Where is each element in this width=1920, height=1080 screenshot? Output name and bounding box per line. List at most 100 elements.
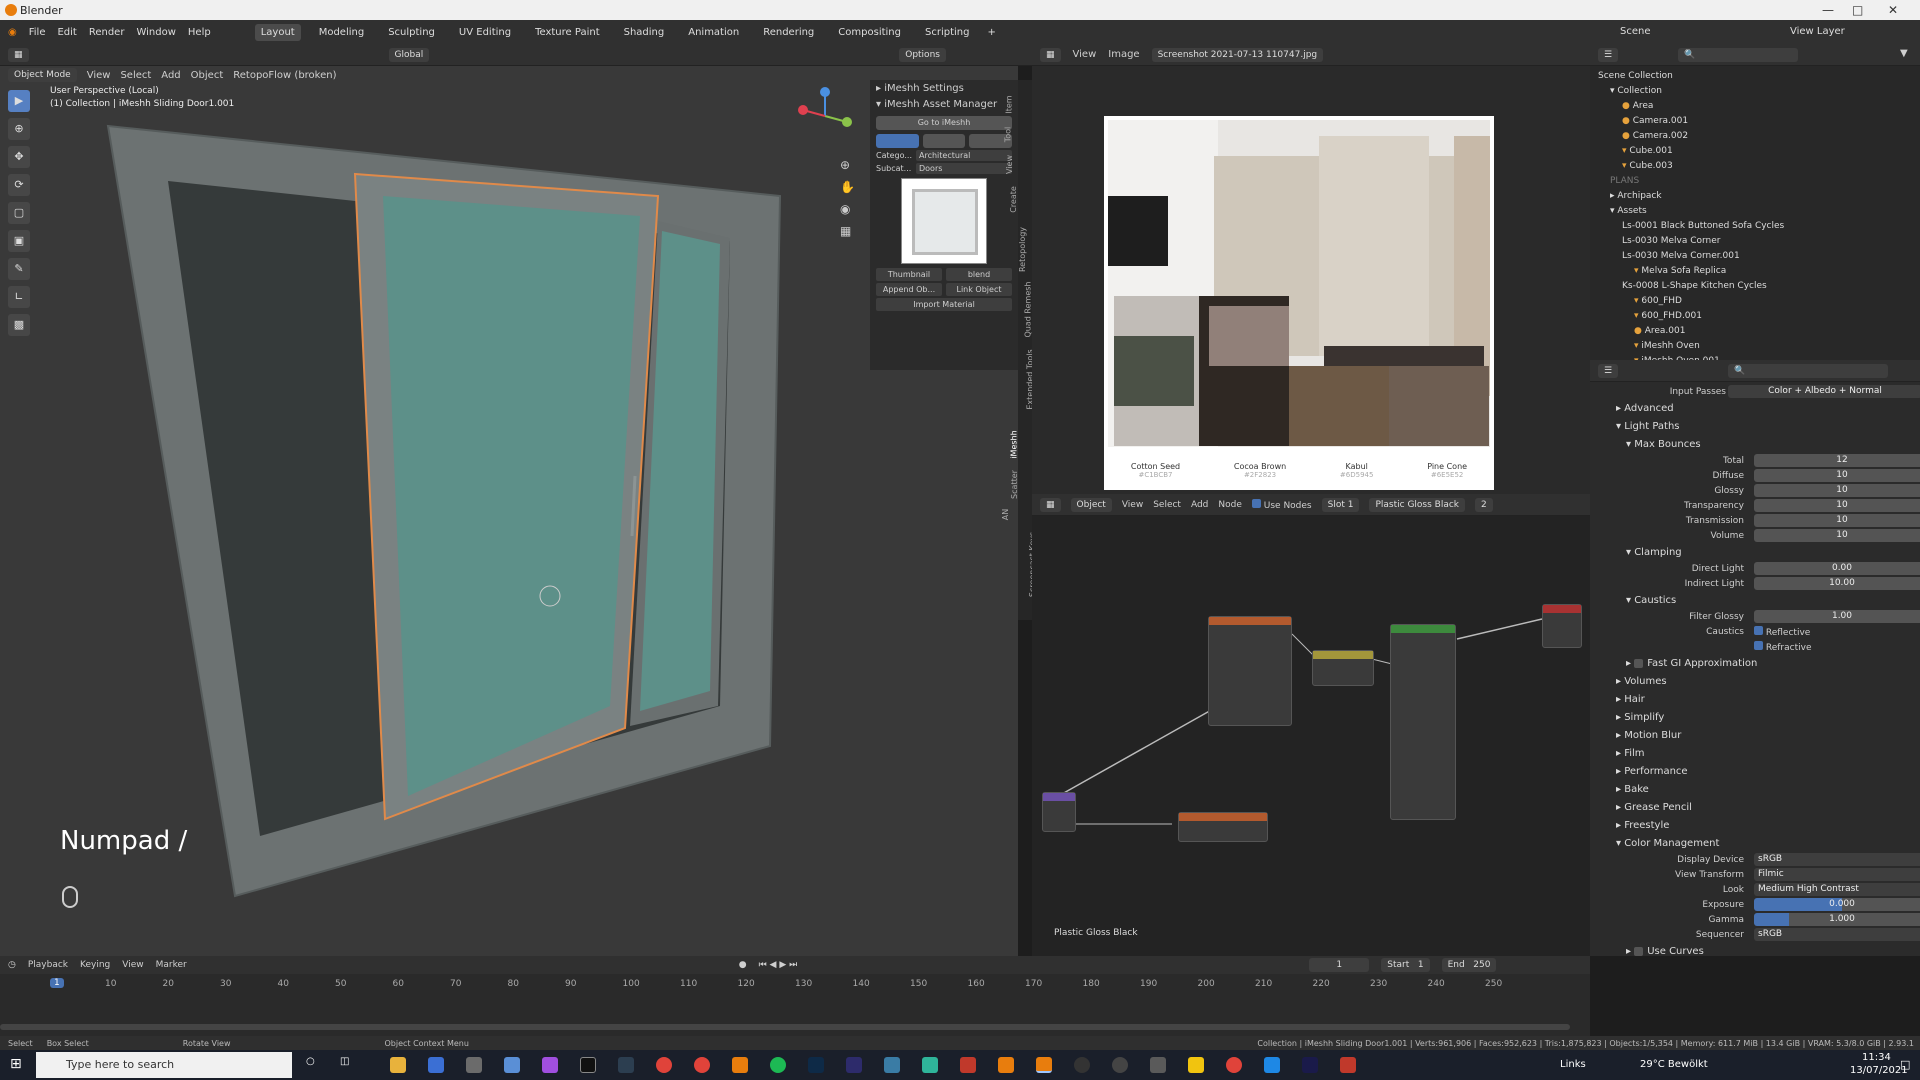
- thumbnail-button[interactable]: Thumbnail: [876, 268, 942, 281]
- use-curves-section[interactable]: ▸ Use Curves: [1616, 942, 1920, 960]
- link-object-button[interactable]: Link Object: [946, 283, 1012, 296]
- annotate-tool-icon[interactable]: ✎: [8, 258, 30, 280]
- outliner-row-melva-sofa[interactable]: ▾ Melva Sofa Replica: [1590, 263, 1920, 278]
- image-editor-type-icon[interactable]: ▦: [1040, 47, 1061, 62]
- tab-view[interactable]: View: [1005, 155, 1014, 174]
- workspace-tab-uv-editing[interactable]: UV Editing: [453, 24, 517, 41]
- bounce-volume-field[interactable]: 10: [1754, 529, 1920, 542]
- blender-taskbar-icon[interactable]: [732, 1057, 748, 1073]
- notifications-icon[interactable]: □: [1900, 1058, 1910, 1071]
- view-transform-dropdown[interactable]: Filmic: [1754, 868, 1920, 881]
- asset-thumbnail[interactable]: [901, 178, 987, 264]
- sequencer-dropdown[interactable]: sRGB: [1754, 928, 1920, 941]
- outliner-row-camera-001[interactable]: ● Camera.001: [1590, 113, 1920, 128]
- outliner-row-ks-0008[interactable]: Ks-0008 L-Shape Kitchen Cycles: [1590, 278, 1920, 293]
- fast-gi-section[interactable]: ▸ Fast GI Approximation: [1616, 654, 1920, 672]
- blender-taskbar-icon[interactable]: [998, 1057, 1014, 1073]
- cortana-icon[interactable]: ○: [306, 1056, 315, 1067]
- outliner-row-ls-0030-001[interactable]: Ls-0030 Melva Corner.001: [1590, 248, 1920, 263]
- end-frame-field[interactable]: End 250: [1441, 958, 1497, 972]
- file-explorer-icon[interactable]: [390, 1057, 406, 1073]
- tab-tool[interactable]: Tool: [1003, 127, 1012, 143]
- taskbar-app-icon[interactable]: [1264, 1057, 1280, 1073]
- taskbar-app-icon[interactable]: [428, 1057, 444, 1073]
- weather-widget[interactable]: 29°C Bewölkt: [1640, 1059, 1708, 1070]
- windows-start-icon[interactable]: ⊞: [10, 1056, 22, 1072]
- keying-menu[interactable]: Keying: [80, 960, 110, 970]
- properties-editor[interactable]: ☰ 🔍 Input Passes Color + Albedo + Normal …: [1590, 360, 1920, 957]
- go-to-imeshh-button[interactable]: Go to iMeshh: [876, 116, 1012, 130]
- timeline[interactable]: ◷ Playback Keying View Marker ● ⏮ ◀ ▶ ⏭ …: [0, 956, 1590, 1036]
- minimize-button[interactable]: —: [1822, 3, 1834, 17]
- blender-menu-icon[interactable]: ◉: [8, 27, 17, 38]
- menu-edit[interactable]: Edit: [57, 27, 76, 38]
- caustics-section[interactable]: ▾ Caustics: [1616, 591, 1920, 609]
- mode-dropdown[interactable]: Object Mode: [8, 68, 77, 82]
- add-cube-tool-icon[interactable]: ▩: [8, 314, 30, 336]
- volumes-section[interactable]: ▸ Volumes: [1616, 672, 1920, 690]
- chrome-icon[interactable]: [656, 1057, 672, 1073]
- mix-node[interactable]: [1312, 650, 1374, 686]
- view-layer-selector[interactable]: View Layer: [1790, 26, 1845, 37]
- taskbar-app-icon[interactable]: [922, 1057, 938, 1073]
- tab-item[interactable]: Item: [1005, 95, 1014, 113]
- scale-tool-icon[interactable]: ▢: [8, 202, 30, 224]
- image-texture-node-2[interactable]: [1178, 812, 1268, 842]
- taskbar-app-icon[interactable]: [542, 1057, 558, 1073]
- zoom-icon[interactable]: ⊕: [840, 154, 855, 176]
- cursor-tool-icon[interactable]: ⊕: [8, 118, 30, 140]
- reflective-checkbox[interactable]: Reflective: [1754, 625, 1810, 638]
- playback-controls[interactable]: ⏮ ◀ ▶ ⏭: [759, 960, 798, 970]
- properties-type-icon[interactable]: ☰: [1598, 363, 1619, 378]
- menu-window[interactable]: Window: [136, 27, 175, 38]
- outliner[interactable]: ☰ 🔍 ▼ Scene Collection ▾ Collection ● Ar…: [1590, 44, 1920, 366]
- freestyle-section[interactable]: ▸ Freestyle: [1616, 816, 1920, 834]
- outliner-row-collection[interactable]: ▾ Collection: [1590, 83, 1920, 98]
- outliner-row-600-fhd-001[interactable]: ▾ 600_FHD.001: [1590, 308, 1920, 323]
- notion-icon[interactable]: [580, 1057, 596, 1073]
- color-management-section[interactable]: ▾ Color Management: [1616, 834, 1920, 852]
- outliner-type-icon[interactable]: ☰: [1598, 47, 1619, 62]
- indirect-light-field[interactable]: 10.00: [1754, 577, 1920, 590]
- current-frame-field[interactable]: 1: [1309, 958, 1370, 972]
- filter-icon[interactable]: ▼: [1900, 48, 1908, 59]
- retopoflow-menu[interactable]: RetopoFlow (broken): [233, 70, 336, 81]
- workspace-tab-sculpting[interactable]: Sculpting: [382, 24, 441, 41]
- blender-active-icon[interactable]: [1036, 1057, 1052, 1073]
- scene-selector[interactable]: Scene: [1620, 26, 1651, 37]
- asset-type-model-button[interactable]: [876, 134, 919, 148]
- acrobat-icon[interactable]: [1340, 1057, 1356, 1073]
- fast-gi-checkbox[interactable]: [1634, 658, 1644, 668]
- image-texture-node[interactable]: [1208, 616, 1292, 726]
- bounce-transparency-field[interactable]: 10: [1754, 499, 1920, 512]
- properties-search-input[interactable]: 🔍: [1728, 363, 1889, 378]
- film-section[interactable]: ▸ Film: [1616, 744, 1920, 762]
- tab-imeshh[interactable]: iMeshh: [1010, 430, 1019, 458]
- refractive-checkbox[interactable]: Refractive: [1754, 640, 1812, 653]
- spotify-icon[interactable]: [770, 1057, 786, 1073]
- bounce-total-field[interactable]: 12: [1754, 454, 1920, 467]
- calculator-icon[interactable]: [466, 1057, 482, 1073]
- workspace-tab-texture-paint[interactable]: Texture Paint: [529, 24, 606, 41]
- outliner-row-area[interactable]: ● Area: [1590, 98, 1920, 113]
- close-button[interactable]: ✕: [1888, 3, 1898, 17]
- subcategory-dropdown[interactable]: Doors: [916, 163, 1012, 174]
- outliner-row-600-fhd[interactable]: ▾ 600_FHD: [1590, 293, 1920, 308]
- outliner-row-camera-002[interactable]: ● Camera.002: [1590, 128, 1920, 143]
- select-menu[interactable]: Select: [120, 70, 151, 81]
- hair-section[interactable]: ▸ Hair: [1616, 690, 1920, 708]
- taskbar-app-icon[interactable]: [618, 1057, 634, 1073]
- workspace-tab-layout[interactable]: Layout: [254, 23, 301, 41]
- frame-ruler[interactable]: 1 10 20 30 40 50 60 70 80 90 100 110 120 130 140 150 16…: [0, 978, 1590, 992]
- tab-retopology[interactable]: Retopology: [1018, 227, 1027, 272]
- shader-node-editor[interactable]: ▦ Object View Select Add Node Use Nodes …: [1032, 494, 1590, 956]
- menu-file[interactable]: File: [29, 27, 46, 38]
- taskbar-app-icon[interactable]: [504, 1057, 520, 1073]
- taskbar-search-input[interactable]: Type here to search: [36, 1052, 292, 1078]
- filter-glossy-field[interactable]: 1.00: [1754, 610, 1920, 623]
- import-material-button[interactable]: Import Material: [876, 298, 1012, 311]
- taskbar-app-icon[interactable]: [960, 1057, 976, 1073]
- outliner-row-ls-0030[interactable]: Ls-0030 Melva Corner: [1590, 233, 1920, 248]
- bounce-diffuse-field[interactable]: 10: [1754, 469, 1920, 482]
- transform-orientation-dropdown[interactable]: Global: [388, 47, 430, 62]
